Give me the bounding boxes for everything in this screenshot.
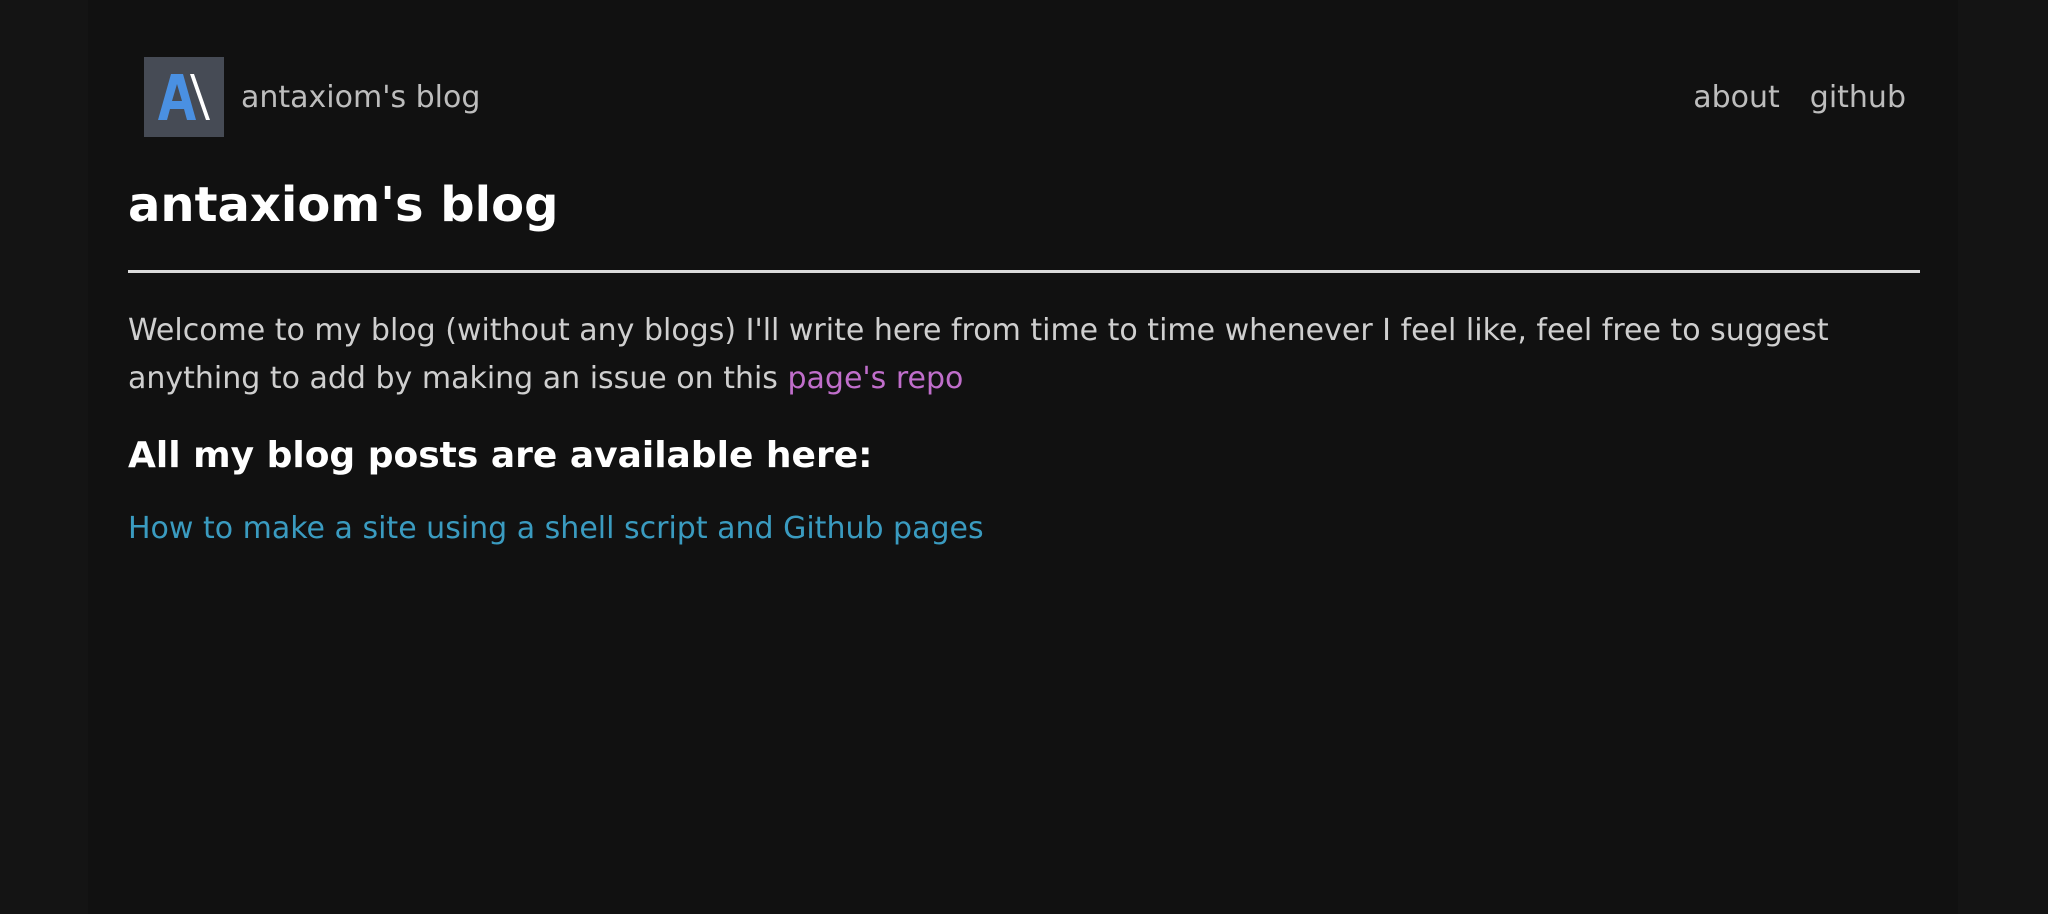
repo-link[interactable]: page's repo [787,361,963,396]
nav-link-github[interactable]: github [1810,80,1906,115]
nav-link-about[interactable]: about [1693,80,1780,115]
title-divider [128,270,1920,273]
list-item: How to make a site using a shell script … [128,507,1920,551]
post-list: How to make a site using a shell script … [128,507,1920,551]
intro-paragraph: Welcome to my blog (without any blogs) I… [128,307,1920,403]
navbar: antaxiom's blog about github [144,57,1906,137]
page: antaxiom's blog about github antaxiom's … [88,0,1958,914]
brand-title: antaxiom's blog [241,79,481,115]
post-link[interactable]: How to make a site using a shell script … [128,511,984,546]
page-title: antaxiom's blog [128,177,559,233]
brand-link[interactable]: antaxiom's blog [144,57,480,137]
posts-heading: All my blog posts are available here: [128,435,873,476]
main-content: antaxiom's blog Welcome to my blog (with… [128,172,1920,551]
logo-icon [144,57,224,137]
nav-links: about github [1693,57,1906,137]
intro-text: Welcome to my blog (without any blogs) I… [128,313,1829,396]
